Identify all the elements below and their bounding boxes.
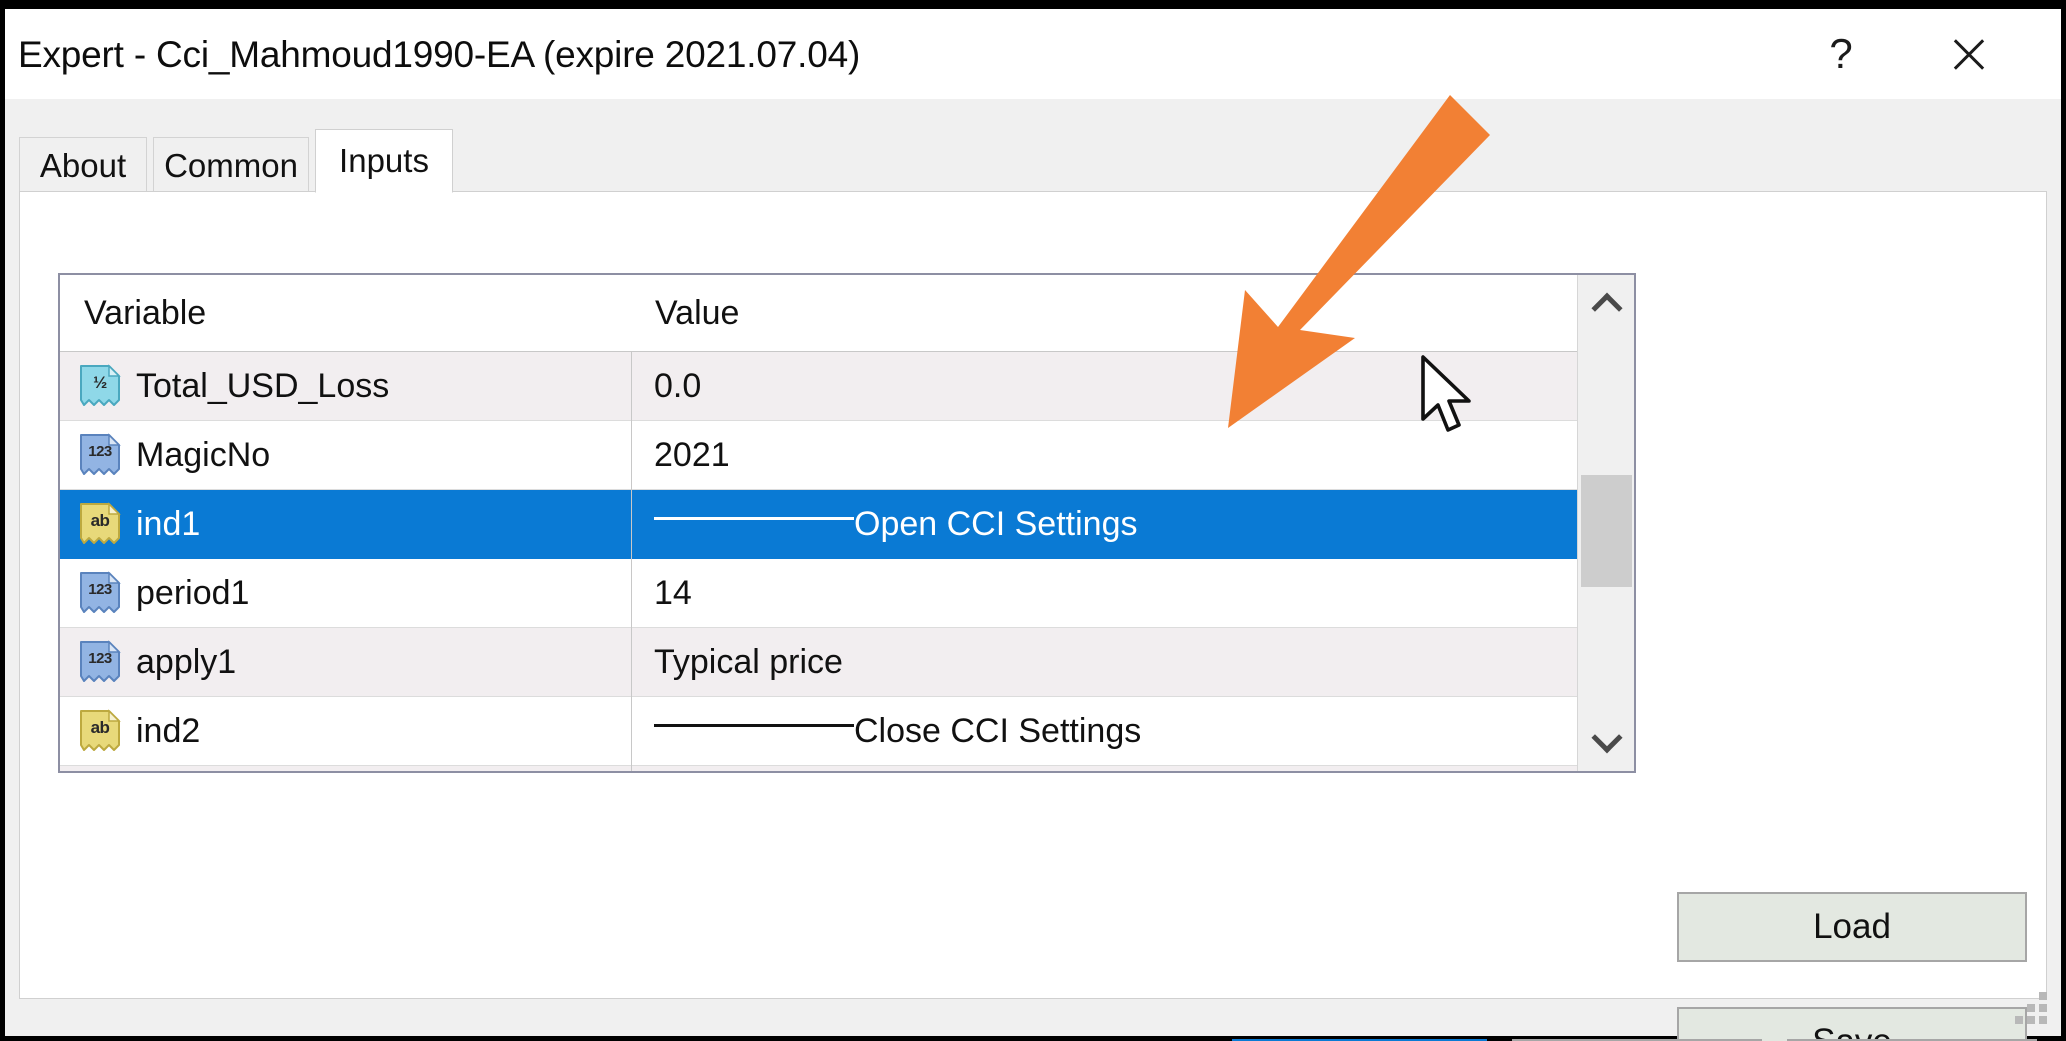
help-button[interactable]: ? <box>1793 18 1889 90</box>
value-text: Open CCI Settings <box>854 505 1137 544</box>
variable-name: Total_USD_Loss <box>136 367 389 406</box>
close-icon <box>1949 34 1989 74</box>
integer-type-icon: 123 <box>78 571 122 617</box>
variable-name: apply1 <box>136 643 236 682</box>
value-cell[interactable]: true <box>632 766 1579 773</box>
type-glyph: ab <box>78 709 122 747</box>
double-type-icon: ½ <box>78 364 122 410</box>
variable-cell[interactable]: ab ind2 <box>60 697 631 766</box>
scroll-down-button[interactable] <box>1578 713 1635 771</box>
grid-row[interactable]: ab ind1 Open CCI Settings <box>60 490 1579 559</box>
variable-name: ind1 <box>136 505 200 544</box>
dialog-body: About Common Inputs Variable Value ½ Total_… <box>5 99 2061 1036</box>
value-cell[interactable]: 2021 <box>632 421 1579 490</box>
grid-row[interactable]: 123 MagicNo 2021 <box>60 421 1579 490</box>
window-title-bar[interactable]: Expert - Cci_Mahmoud1990-EA (expire 2021… <box>5 9 2061 99</box>
string-type-icon: ab <box>78 502 122 548</box>
grid-row[interactable]: 123 apply1 Typical price <box>60 628 1579 697</box>
integer-type-icon: 123 <box>78 433 122 479</box>
variable-cell[interactable]: 123 period1 <box>60 559 631 628</box>
chevron-down-icon <box>1591 722 1622 753</box>
value-cell[interactable]: Close CCI Settings <box>632 697 1579 766</box>
save-button[interactable]: Save <box>1677 1007 2027 1041</box>
variable-cell[interactable]: CloseByCCI <box>60 766 631 773</box>
column-header-variable[interactable]: Variable <box>84 275 206 352</box>
variable-cell[interactable]: 123 apply1 <box>60 628 631 697</box>
tab-strip: About Common Inputs <box>19 129 2047 193</box>
scrollbar-thumb[interactable] <box>1581 475 1632 587</box>
type-glyph: ½ <box>78 364 122 402</box>
inputs-grid[interactable]: Variable Value ½ Total_USD_Loss 0.0 123 Magi… <box>58 273 1636 773</box>
value-cell[interactable]: Open CCI Settings <box>632 490 1579 559</box>
question-mark-icon: ? <box>1829 30 1852 78</box>
chevron-up-icon <box>1591 293 1622 324</box>
type-glyph: ab <box>78 502 122 540</box>
variable-cell[interactable]: 123 MagicNo <box>60 421 631 490</box>
scroll-up-button[interactable] <box>1578 275 1635 333</box>
tab-inputs[interactable]: Inputs <box>315 129 453 193</box>
variable-cell[interactable]: ab ind1 <box>60 490 631 559</box>
value-cell[interactable]: 14 <box>632 559 1579 628</box>
window-frame-top-edge <box>0 0 2066 9</box>
grid-row[interactable]: ab ind2 Close CCI Settings <box>60 697 1579 766</box>
variable-name: period1 <box>136 574 249 613</box>
variable-cell[interactable]: ½ Total_USD_Loss <box>60 352 631 421</box>
type-glyph: 123 <box>78 640 122 678</box>
grid-row[interactable]: ½ Total_USD_Loss 0.0 <box>60 352 1579 421</box>
integer-type-icon: 123 <box>78 640 122 686</box>
value-cell[interactable]: 0.0 <box>632 352 1579 421</box>
load-button[interactable]: Load <box>1677 892 2027 962</box>
column-divider[interactable] <box>631 352 632 771</box>
type-glyph: 123 <box>78 433 122 471</box>
grid-content: Variable Value ½ Total_USD_Loss 0.0 123 Magi… <box>60 275 1579 771</box>
tab-common[interactable]: Common <box>153 137 309 193</box>
value-cell[interactable]: Typical price <box>632 628 1579 697</box>
underscore-prefix <box>654 724 854 727</box>
grid-vertical-scrollbar[interactable] <box>1577 275 1634 771</box>
grid-row[interactable]: 123 period1 14 <box>60 559 1579 628</box>
grid-rows: ½ Total_USD_Loss 0.0 123 MagicNo 2021 ab ind1 Op… <box>60 352 1579 773</box>
value-text: Close CCI Settings <box>854 712 1141 751</box>
window-frame-right-edge <box>2061 0 2066 1041</box>
resize-grip[interactable] <box>2013 990 2047 1024</box>
close-button[interactable] <box>1921 18 2017 90</box>
tab-label: Common <box>164 147 298 185</box>
inputs-tab-page: Variable Value ½ Total_USD_Loss 0.0 123 Magi… <box>19 191 2047 999</box>
type-glyph: 123 <box>78 571 122 609</box>
underscore-prefix <box>654 517 854 520</box>
grid-header-row: Variable Value <box>60 275 1579 352</box>
grid-row[interactable]: CloseByCCItrue <box>60 766 1579 773</box>
tab-label: About <box>40 147 126 185</box>
window-title: Expert - Cci_Mahmoud1990-EA (expire 2021… <box>18 34 860 76</box>
string-type-icon: ab <box>78 709 122 755</box>
variable-name: MagicNo <box>136 436 270 475</box>
variable-name: ind2 <box>136 712 200 751</box>
column-header-value[interactable]: Value <box>655 275 739 352</box>
tab-label: Inputs <box>339 142 429 180</box>
expert-properties-dialog: Expert - Cci_Mahmoud1990-EA (expire 2021… <box>0 0 2066 1041</box>
tab-about[interactable]: About <box>19 137 147 193</box>
